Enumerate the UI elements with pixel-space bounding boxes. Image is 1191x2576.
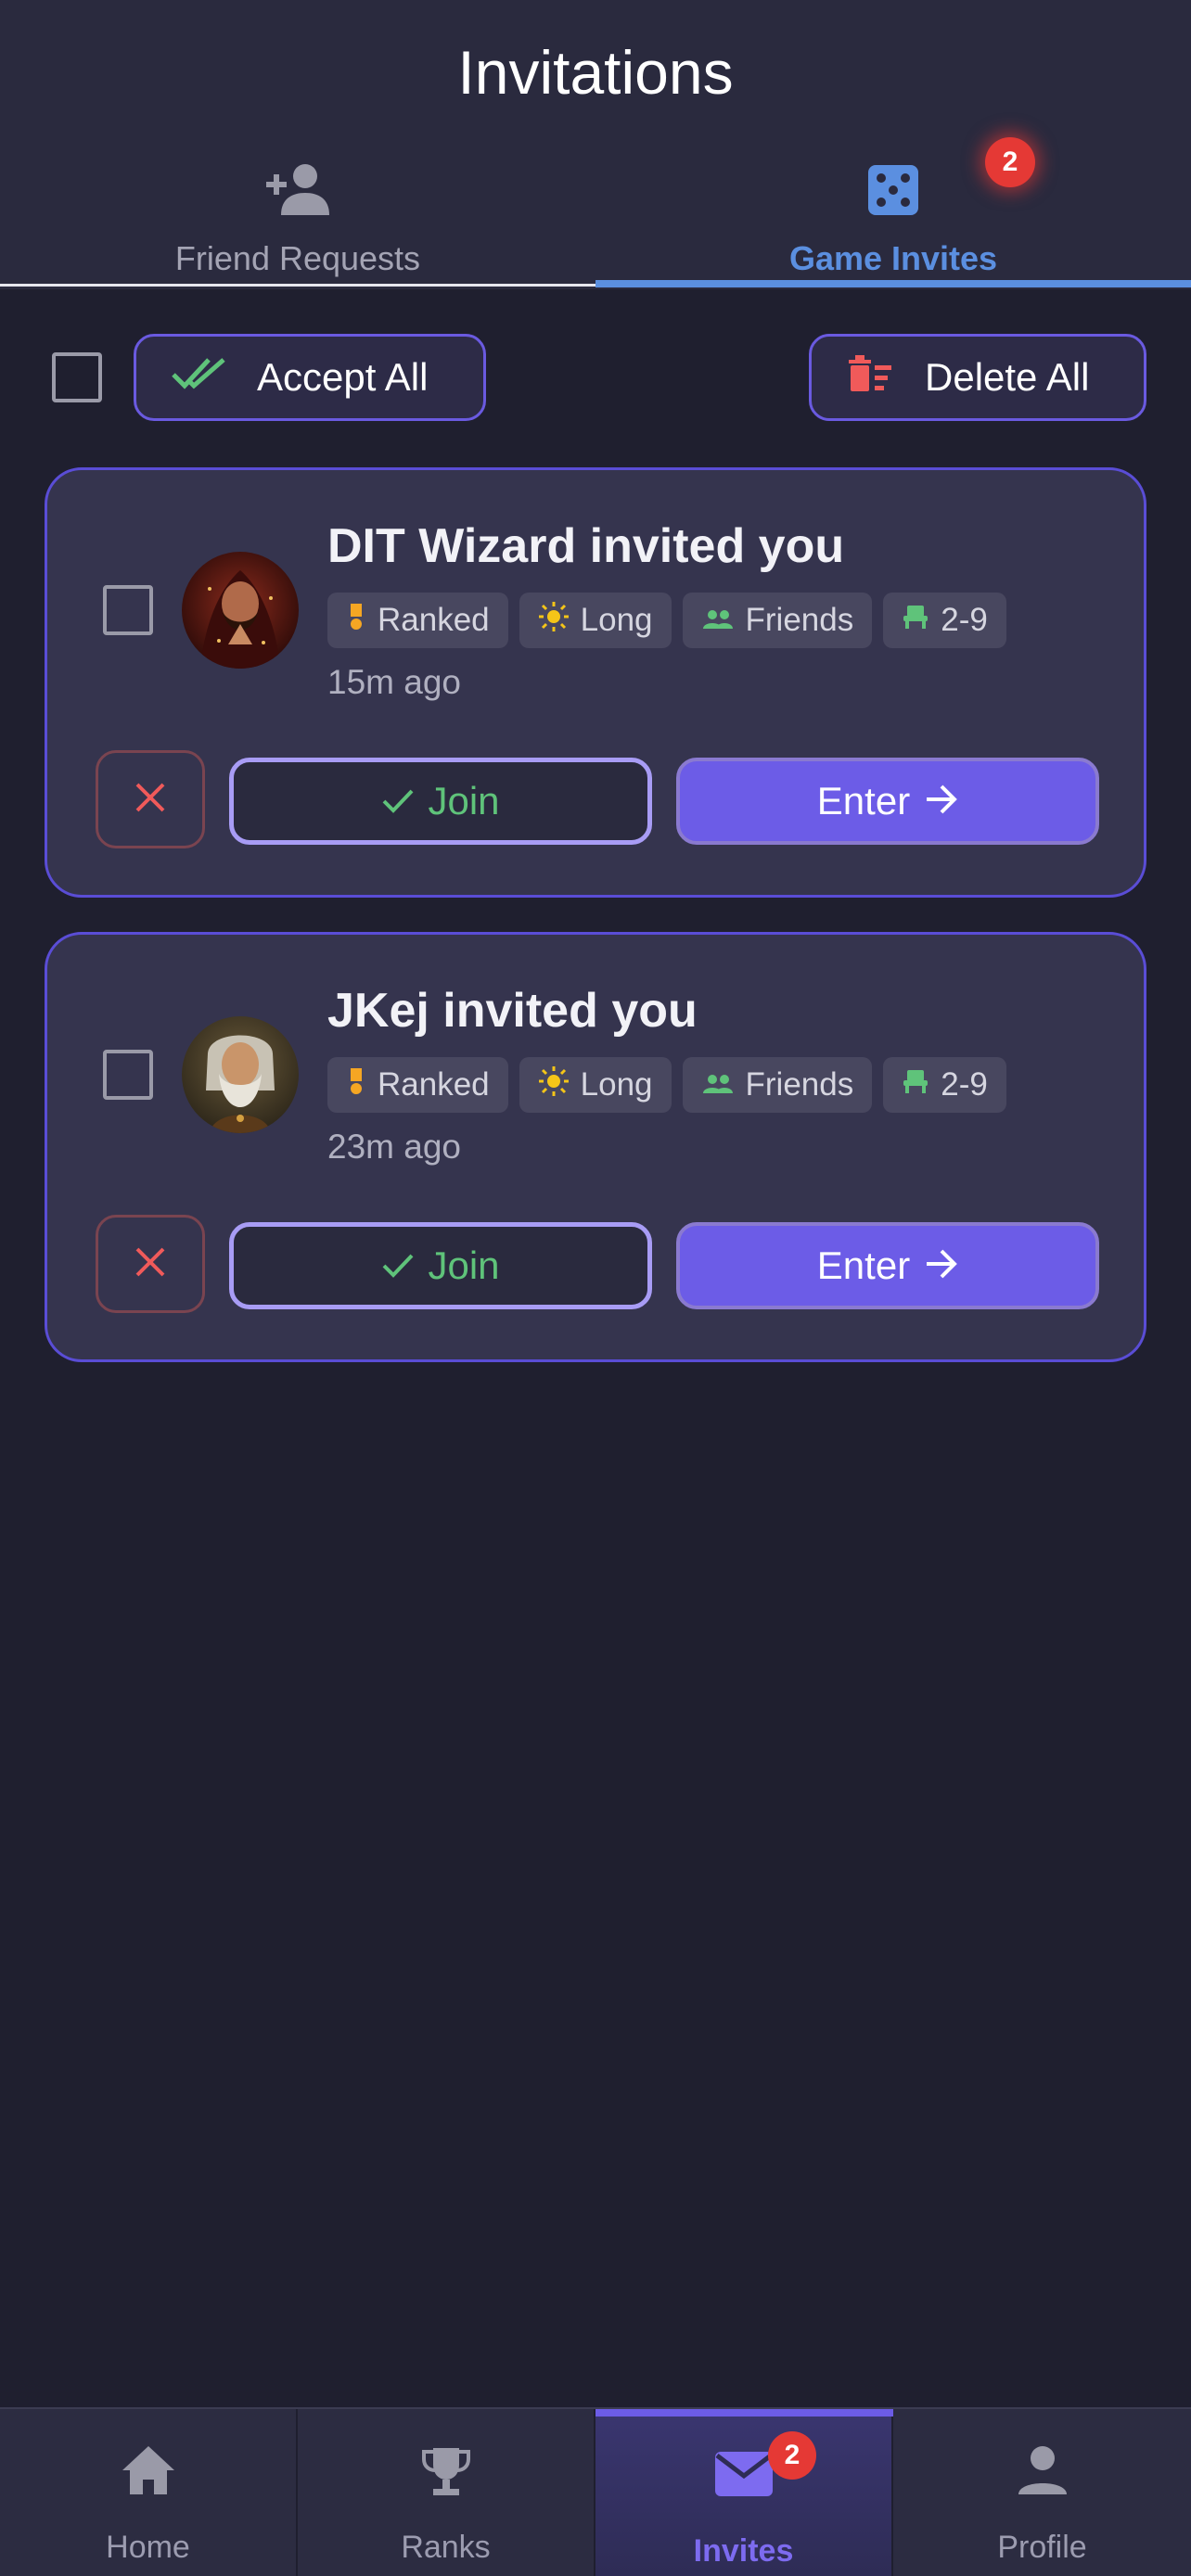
chip-seats: 2-9 — [883, 1057, 1006, 1113]
arrow-right-icon — [925, 1243, 958, 1288]
join-label: Join — [428, 779, 500, 823]
invite-tags: Ranked Long Friends 2-9 — [327, 1057, 1006, 1113]
bottom-nav: Home Ranks 2 Invites Profile — [0, 2407, 1191, 2576]
enter-button[interactable]: Enter — [676, 758, 1099, 845]
tab-divider — [0, 284, 596, 287]
dice-icon — [866, 163, 920, 222]
nav-item-profile[interactable]: Profile — [893, 2409, 1191, 2576]
invite-checkbox[interactable] — [103, 585, 153, 635]
sun-icon — [538, 601, 570, 641]
double-check-icon — [136, 354, 257, 401]
delete-all-button[interactable]: Delete All — [809, 334, 1146, 421]
invite-title: JKej invited you — [327, 984, 698, 1038]
page-title: Invitations — [457, 38, 734, 107]
chip-long: Long — [519, 1057, 672, 1113]
invite-card: DIT Wizard invited you Ranked Long Frien… — [45, 467, 1146, 898]
game-invites-badge: 2 — [985, 137, 1035, 187]
nav-item-home[interactable]: Home — [0, 2409, 298, 2576]
avatar — [182, 552, 299, 669]
seat-icon — [902, 602, 929, 639]
chip-label: 2-9 — [941, 602, 988, 638]
tab-label: Game Invites — [788, 239, 998, 277]
active-nav-indicator — [596, 2409, 893, 2417]
nav-item-invites[interactable]: 2 Invites — [596, 2409, 893, 2576]
group-icon — [701, 1066, 735, 1103]
sun-icon — [538, 1065, 570, 1105]
trophy-icon — [418, 2444, 474, 2503]
tab-game-invites[interactable]: Game Invites — [596, 148, 1191, 289]
nav-label: Profile — [997, 2530, 1087, 2565]
tab-friend-requests[interactable]: Friend Requests — [0, 148, 596, 289]
header: Invitations Friend Requests Game Invites… — [0, 0, 1191, 289]
person-add-icon — [263, 161, 333, 222]
accept-all-button[interactable]: Accept All — [134, 334, 486, 421]
active-tab-indicator — [596, 280, 1191, 287]
medal-icon — [346, 1066, 366, 1104]
avatar — [182, 1016, 299, 1133]
chip-label: Long — [580, 602, 653, 638]
close-icon — [134, 781, 167, 819]
invite-time: 15m ago — [327, 663, 461, 701]
invite-card: JKej invited you Ranked Long Friends 2-9… — [45, 932, 1146, 1362]
invites-badge: 2 — [768, 2431, 816, 2480]
chip-seats: 2-9 — [883, 593, 1006, 648]
nav-label: Ranks — [401, 2530, 491, 2565]
chip-friends: Friends — [682, 1057, 873, 1113]
delete-sweep-icon — [812, 352, 925, 402]
chip-ranked: Ranked — [327, 1057, 508, 1113]
tab-label: Friend Requests — [174, 239, 421, 277]
nav-item-ranks[interactable]: Ranks — [298, 2409, 596, 2576]
nav-label: Invites — [693, 2533, 794, 2569]
invite-checkbox[interactable] — [103, 1050, 153, 1100]
enter-label: Enter — [816, 1243, 911, 1287]
join-button[interactable]: Join — [229, 758, 652, 845]
nav-label: Home — [106, 2530, 190, 2565]
join-label: Join — [428, 1243, 500, 1287]
chip-long: Long — [519, 593, 672, 648]
check-icon — [381, 779, 415, 823]
delete-all-label: Delete All — [925, 355, 1090, 399]
chip-friends: Friends — [682, 593, 873, 648]
decline-button[interactable] — [96, 1215, 205, 1313]
arrow-right-icon — [925, 779, 958, 823]
person-icon — [1017, 2444, 1069, 2501]
chip-label: Friends — [745, 1066, 854, 1103]
chip-label: Ranked — [378, 1066, 490, 1103]
check-icon — [381, 1243, 415, 1288]
select-all-checkbox[interactable] — [52, 352, 102, 402]
chip-label: 2-9 — [941, 1066, 988, 1103]
chip-label: Friends — [745, 602, 854, 638]
close-icon — [134, 1245, 167, 1283]
invite-tags: Ranked Long Friends 2-9 — [327, 593, 1006, 648]
app-root: Invitations Friend Requests Game Invites… — [0, 0, 1191, 2576]
decline-button[interactable] — [96, 750, 205, 848]
seat-icon — [902, 1066, 929, 1103]
chip-label: Ranked — [378, 602, 490, 638]
mail-icon — [713, 2450, 775, 2503]
invite-title: DIT Wizard invited you — [327, 519, 845, 573]
home-icon — [121, 2444, 176, 2501]
join-button[interactable]: Join — [229, 1222, 652, 1309]
invite-time: 23m ago — [327, 1128, 461, 1166]
chip-label: Long — [580, 1066, 653, 1103]
accept-all-label: Accept All — [257, 355, 429, 399]
chip-ranked: Ranked — [327, 593, 508, 648]
enter-button[interactable]: Enter — [676, 1222, 1099, 1309]
enter-label: Enter — [816, 779, 911, 823]
medal-icon — [346, 602, 366, 640]
group-icon — [701, 602, 735, 639]
